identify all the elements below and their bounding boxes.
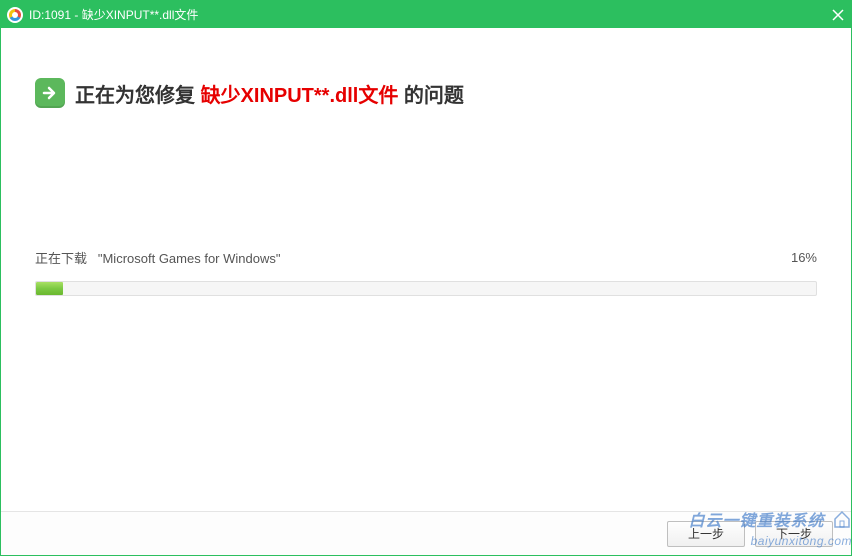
content-area: 正在为您修复 缺少XINPUT**.dll文件 的问题 正在下载 "Micros… bbox=[1, 28, 851, 296]
close-button[interactable] bbox=[825, 1, 851, 28]
close-icon bbox=[832, 9, 844, 21]
download-percent: 16% bbox=[791, 250, 817, 265]
next-button[interactable]: 下一步 bbox=[755, 521, 833, 547]
download-prefix: 正在下载 bbox=[35, 251, 87, 266]
heading-prefix: 正在为您修复 bbox=[75, 85, 195, 107]
download-item: "Microsoft Games for Windows" bbox=[98, 251, 281, 266]
window-title: ID:1091 - 缺少XINPUT**.dll文件 bbox=[29, 6, 825, 23]
progress-fill bbox=[36, 282, 63, 295]
titlebar[interactable]: ID:1091 - 缺少XINPUT**.dll文件 bbox=[1, 1, 851, 28]
download-status-row: 正在下载 "Microsoft Games for Windows" 16% bbox=[35, 248, 817, 267]
app-icon bbox=[7, 7, 23, 23]
arrow-right-icon bbox=[35, 78, 65, 108]
prev-button[interactable]: 上一步 bbox=[667, 521, 745, 547]
heading-suffix: 的问题 bbox=[404, 85, 464, 107]
progress-bar bbox=[35, 281, 817, 296]
download-label: 正在下载 "Microsoft Games for Windows" bbox=[35, 248, 280, 267]
heading-highlight: 缺少XINPUT**.dll文件 bbox=[201, 85, 399, 107]
download-section: 正在下载 "Microsoft Games for Windows" 16% bbox=[35, 248, 817, 296]
heading-text: 正在为您修复 缺少XINPUT**.dll文件 的问题 bbox=[75, 79, 464, 108]
footer: 上一步 下一步 bbox=[1, 511, 851, 555]
app-window: ID:1091 - 缺少XINPUT**.dll文件 正在为您修复 缺少XINP… bbox=[0, 0, 852, 556]
heading: 正在为您修复 缺少XINPUT**.dll文件 的问题 bbox=[35, 78, 817, 108]
